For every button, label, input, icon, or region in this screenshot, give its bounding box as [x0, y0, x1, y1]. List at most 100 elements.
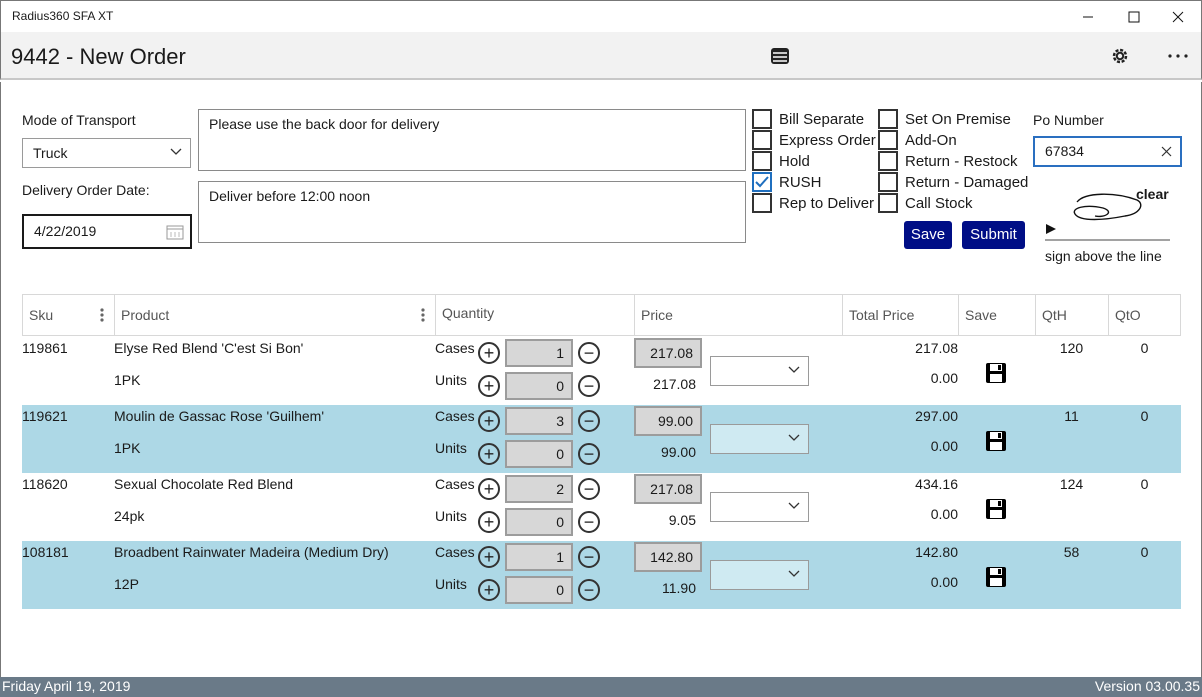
plus-icon: +	[483, 343, 495, 363]
increment-cases-button[interactable]: +	[478, 342, 500, 364]
submit-button[interactable]: Submit	[962, 221, 1025, 249]
cases-quantity-input[interactable]: 1	[505, 339, 573, 367]
decrement-cases-button[interactable]: −	[578, 342, 600, 364]
cell-qto: 0	[1140, 476, 1149, 492]
save-row-icon[interactable]	[985, 430, 1007, 455]
checkbox-box[interactable]	[752, 151, 772, 171]
checkbox-return-damaged[interactable]: Return - Damaged	[878, 172, 1028, 192]
save-row-icon[interactable]	[985, 362, 1007, 387]
checkbox-box[interactable]	[878, 109, 898, 129]
checkbox-return-restock[interactable]: Return - Restock	[878, 151, 1018, 171]
maximize-icon[interactable]	[1111, 1, 1157, 33]
checkbox-call-stock[interactable]: Call Stock	[878, 193, 973, 213]
clear-input-icon[interactable]	[1161, 146, 1172, 157]
checkbox-box[interactable]	[752, 193, 772, 213]
checkbox-label: Express Order	[779, 131, 876, 149]
col-qth[interactable]: QtH	[1036, 295, 1109, 335]
checkbox-box[interactable]	[878, 193, 898, 213]
mode-of-transport-select[interactable]: Truck	[22, 138, 191, 168]
clear-signature-link[interactable]: clear	[1136, 186, 1169, 202]
total-cases-price: 217.08	[915, 340, 958, 356]
more-icon[interactable]	[1166, 44, 1190, 68]
save-row-icon[interactable]	[985, 498, 1007, 523]
case-price-input[interactable]: 99.00	[634, 406, 702, 436]
column-menu-icon[interactable]	[421, 308, 425, 322]
increment-cases-button[interactable]: +	[478, 410, 500, 432]
cases-label: Cases	[435, 340, 475, 356]
col-sku[interactable]: Sku	[23, 295, 115, 335]
cell-sku: 119861	[22, 340, 68, 356]
checkbox-box[interactable]	[878, 130, 898, 150]
checkbox-checked-icon[interactable]	[752, 172, 772, 192]
case-price-input[interactable]: 217.08	[634, 474, 702, 504]
decrement-units-button[interactable]: −	[578, 443, 600, 465]
checkbox-express-order[interactable]: Express Order	[752, 130, 876, 150]
col-product[interactable]: Product	[115, 295, 436, 335]
col-save-label: Save	[965, 307, 997, 323]
increment-units-button[interactable]: +	[478, 511, 500, 533]
col-qto[interactable]: QtO	[1109, 295, 1182, 335]
decrement-cases-button[interactable]: −	[578, 410, 600, 432]
case-price-input[interactable]: 142.80	[634, 542, 702, 572]
delivery-note-2[interactable]: Deliver before 12:00 noon	[198, 181, 746, 243]
minus-icon: −	[583, 479, 595, 499]
price-level-select[interactable]	[710, 356, 809, 386]
units-quantity-input[interactable]: 0	[505, 576, 573, 604]
table-row[interactable]: 108181 Broadbent Rainwater Madeira (Medi…	[22, 541, 1181, 609]
checkbox-rep-to-deliver[interactable]: Rep to Deliver	[752, 193, 874, 213]
decrement-units-button[interactable]: −	[578, 511, 600, 533]
units-quantity-input[interactable]: 0	[505, 508, 573, 536]
po-number-value: 67834	[1045, 143, 1084, 159]
price-level-select[interactable]	[710, 560, 809, 590]
column-menu-icon[interactable]	[100, 308, 104, 322]
decrement-cases-button[interactable]: −	[578, 478, 600, 500]
increment-cases-button[interactable]: +	[478, 546, 500, 568]
table-row[interactable]: 119621 Moulin de Gassac Rose 'Guilhem' 1…	[22, 405, 1181, 473]
minimize-icon[interactable]	[1065, 1, 1111, 33]
case-price-input[interactable]: 217.08	[634, 338, 702, 368]
calendar-icon[interactable]	[166, 224, 184, 240]
close-icon[interactable]	[1155, 1, 1201, 33]
col-quantity[interactable]: Quantity	[436, 295, 635, 335]
checkbox-box[interactable]	[878, 172, 898, 192]
list-icon[interactable]	[768, 44, 792, 68]
po-number-input[interactable]: 67834	[1033, 136, 1182, 167]
checkbox-box[interactable]	[878, 151, 898, 171]
units-quantity-input[interactable]: 0	[505, 440, 573, 468]
units-quantity-input[interactable]: 0	[505, 372, 573, 400]
checkbox-box[interactable]	[752, 109, 772, 129]
checkbox-set-on-premise[interactable]: Set On Premise	[878, 109, 1011, 129]
delivery-date-picker[interactable]: 4/22/2019	[22, 214, 192, 249]
table-row[interactable]: 119861 Elyse Red Blend 'C'est Si Bon' 1P…	[22, 337, 1181, 405]
plus-icon: +	[483, 580, 495, 600]
decrement-units-button[interactable]: −	[578, 375, 600, 397]
minus-icon: −	[583, 512, 595, 532]
price-level-select[interactable]	[710, 492, 809, 522]
cell-pack: 1PK	[114, 440, 141, 456]
signature-pad[interactable]: clear	[1045, 182, 1170, 244]
delivery-note-1[interactable]: Please use the back door for delivery	[198, 109, 746, 171]
save-row-icon[interactable]	[985, 566, 1007, 591]
increment-units-button[interactable]: +	[478, 443, 500, 465]
checkbox-bill-separate[interactable]: Bill Separate	[752, 109, 864, 129]
increment-units-button[interactable]: +	[478, 579, 500, 601]
increment-units-button[interactable]: +	[478, 375, 500, 397]
cases-quantity-input[interactable]: 2	[505, 475, 573, 503]
col-save[interactable]: Save	[959, 295, 1036, 335]
checkbox-add-on[interactable]: Add-On	[878, 130, 957, 150]
cases-quantity-input[interactable]: 3	[505, 407, 573, 435]
checkbox-box[interactable]	[752, 130, 772, 150]
decrement-cases-button[interactable]: −	[578, 546, 600, 568]
gear-icon[interactable]	[1108, 44, 1132, 68]
checkbox-rush[interactable]: RUSH	[752, 172, 822, 192]
col-total-price[interactable]: Total Price	[843, 295, 959, 335]
checkbox-hold[interactable]: Hold	[752, 151, 810, 171]
col-price[interactable]: Price	[635, 295, 843, 335]
save-button[interactable]: Save	[904, 221, 952, 249]
increment-cases-button[interactable]: +	[478, 478, 500, 500]
decrement-units-button[interactable]: −	[578, 579, 600, 601]
price-level-select[interactable]	[710, 424, 809, 454]
table-row[interactable]: 118620 Sexual Chocolate Red Blend 24pk C…	[22, 473, 1181, 541]
cases-quantity-input[interactable]: 1	[505, 543, 573, 571]
mode-of-transport-label: Mode of Transport	[22, 112, 136, 128]
